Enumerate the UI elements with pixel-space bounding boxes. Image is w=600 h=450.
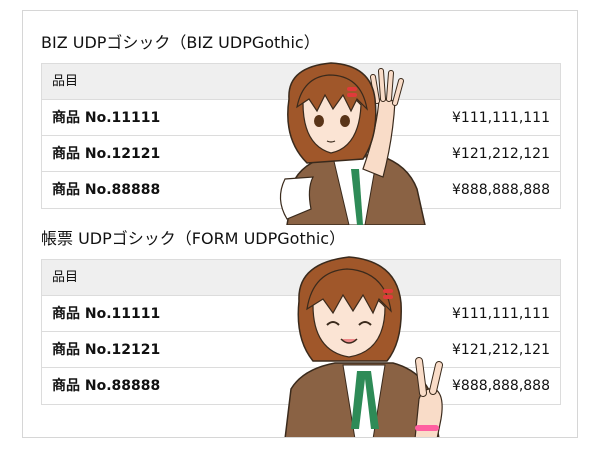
table-header: 品目 <box>42 260 560 296</box>
price-table: 品目 商品 No.11111 ¥111,111,111 商品 No.12121 … <box>41 259 561 405</box>
product-name: 商品 No.11111 <box>52 110 161 126</box>
section-title: 帳票 UDPゴシック（FORM UDPGothic） <box>41 229 346 248</box>
table-header: 品目 <box>42 64 560 100</box>
column-header-item: 品目 <box>52 270 79 285</box>
table-row: 商品 No.12121 ¥121,212,121 <box>42 332 560 368</box>
table-row: 商品 No.88888 ¥888,888,888 <box>42 172 560 208</box>
product-price: ¥888,888,888 <box>452 378 550 394</box>
product-name: 商品 No.12121 <box>52 342 161 358</box>
product-price: ¥111,111,111 <box>452 110 550 126</box>
product-price: ¥888,888,888 <box>452 182 550 198</box>
table-row: 商品 No.12121 ¥121,212,121 <box>42 136 560 172</box>
product-price: ¥121,212,121 <box>452 342 550 358</box>
table-row: 商品 No.11111 ¥111,111,111 <box>42 296 560 332</box>
product-price: ¥111,111,111 <box>452 306 550 322</box>
product-name: 商品 No.11111 <box>52 306 161 322</box>
product-name: 商品 No.12121 <box>52 146 161 162</box>
content-frame: BIZ UDPゴシック（BIZ UDPGothic） 品目 商品 No.1111… <box>22 10 578 438</box>
price-table: 品目 商品 No.11111 ¥111,111,111 商品 No.12121 … <box>41 63 561 209</box>
section-title: BIZ UDPゴシック（BIZ UDPGothic） <box>41 33 320 52</box>
column-header-item: 品目 <box>52 74 79 89</box>
product-name: 商品 No.88888 <box>52 378 161 394</box>
product-name: 商品 No.88888 <box>52 182 161 198</box>
product-price: ¥121,212,121 <box>452 146 550 162</box>
table-row: 商品 No.11111 ¥111,111,111 <box>42 100 560 136</box>
table-row: 商品 No.88888 ¥888,888,888 <box>42 368 560 404</box>
